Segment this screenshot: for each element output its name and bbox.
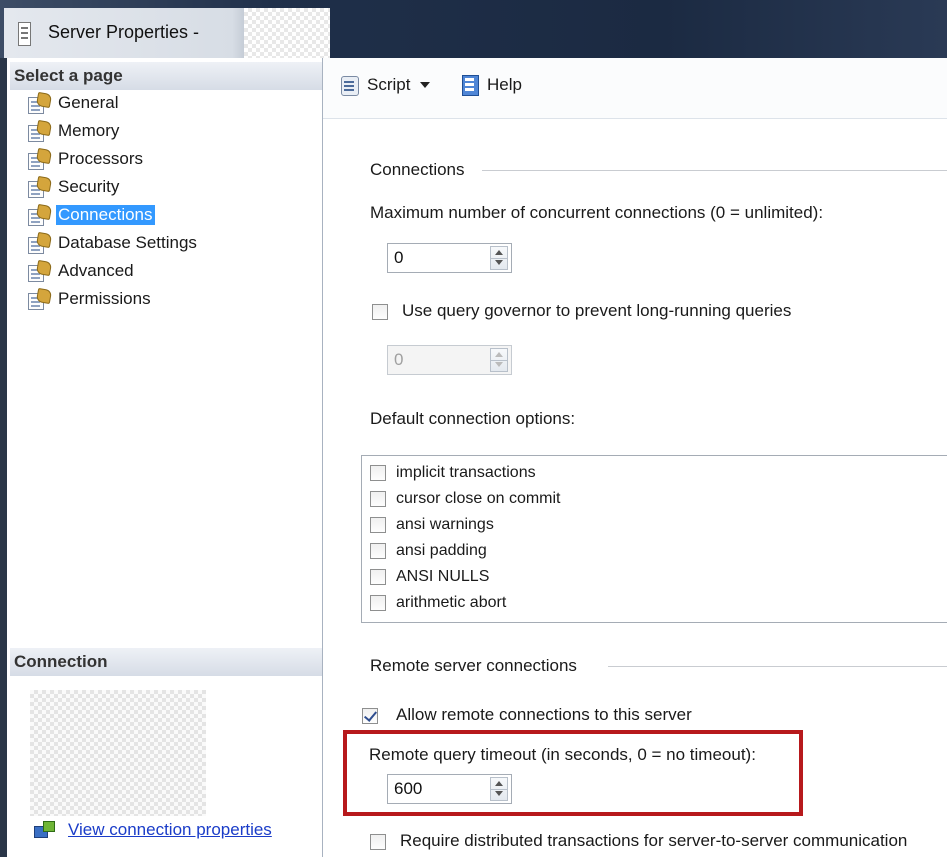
require-distributed-label: Require distributed transactions for ser… xyxy=(400,831,908,850)
option-label: arithmetic abort xyxy=(396,594,507,611)
page-item-memory[interactable]: Memory xyxy=(28,118,121,144)
page-wrench-icon xyxy=(28,231,53,254)
list-item[interactable]: cursor close on commit xyxy=(370,486,561,512)
help-button[interactable]: Help xyxy=(459,74,522,96)
view-connection-properties-link[interactable]: View connection properties xyxy=(34,820,272,840)
option-checkbox[interactable] xyxy=(370,543,386,559)
connections-group-divider xyxy=(482,170,947,171)
option-label: ansi warnings xyxy=(396,516,494,533)
connections-group-label: Connections xyxy=(370,160,465,179)
page-item-permissions[interactable]: Permissions xyxy=(28,286,153,312)
page-item-label: Processors xyxy=(58,149,144,168)
left-edge xyxy=(0,58,7,857)
script-label: Script xyxy=(367,75,411,94)
page-item-general[interactable]: General xyxy=(28,90,120,116)
default-options-list[interactable]: implicit transactions cursor close on co… xyxy=(361,455,947,623)
page-wrench-icon xyxy=(28,203,53,226)
help-label: Help xyxy=(487,75,522,94)
list-item[interactable]: ansi padding xyxy=(370,538,487,564)
option-checkbox[interactable] xyxy=(370,569,386,585)
page-item-database-settings[interactable]: Database Settings xyxy=(28,230,199,256)
allow-remote-label: Allow remote connections to this server xyxy=(396,705,692,724)
connection-info-placeholder xyxy=(30,690,206,816)
max-connections-value: 0 xyxy=(394,248,404,267)
option-label: implicit transactions xyxy=(396,464,536,481)
option-label: cursor close on commit xyxy=(396,490,561,507)
query-governor-checkbox[interactable] xyxy=(372,304,388,320)
remote-group-divider xyxy=(608,666,947,667)
option-checkbox[interactable] xyxy=(370,517,386,533)
page-item-label: Database Settings xyxy=(58,233,197,252)
script-button[interactable]: Script xyxy=(339,74,431,96)
option-checkbox[interactable] xyxy=(370,491,386,507)
select-page-heading: Select a page xyxy=(10,62,322,90)
page-item-label: Security xyxy=(58,177,120,196)
page-wrench-icon xyxy=(28,91,53,114)
default-options-label: Default connection options: xyxy=(370,409,576,428)
toolbar: Script Help xyxy=(323,58,947,119)
page-item-processors[interactable]: Processors xyxy=(28,146,145,172)
list-item[interactable]: ansi warnings xyxy=(370,512,494,538)
page-item-security[interactable]: Security xyxy=(28,174,121,200)
chevron-down-icon[interactable] xyxy=(420,82,431,88)
page-wrench-icon xyxy=(28,259,53,282)
list-item[interactable]: implicit transactions xyxy=(370,460,536,486)
query-governor-label: Use query governor to prevent long-runni… xyxy=(402,301,792,320)
page-item-label: Advanced xyxy=(58,261,134,280)
max-connections-spin-buttons[interactable] xyxy=(490,246,508,270)
page-item-connections[interactable]: Connections xyxy=(28,202,155,228)
window-title: Server Properties - xyxy=(48,22,200,42)
page-wrench-icon xyxy=(28,175,53,198)
query-governor-spinbox[interactable]: 0 xyxy=(387,345,512,375)
remote-group-label: Remote server connections xyxy=(370,656,577,675)
option-label: ANSI NULLS xyxy=(396,568,490,585)
server-properties-icon xyxy=(18,22,31,46)
title-bar: Server Properties - xyxy=(0,0,947,58)
page-item-label: Connections xyxy=(56,205,155,225)
list-item[interactable]: ANSI NULLS xyxy=(370,564,489,590)
page-wrench-icon xyxy=(28,119,53,142)
highlight-box xyxy=(343,730,803,816)
page-item-label: General xyxy=(58,93,119,112)
tab-fade xyxy=(244,8,330,58)
list-item[interactable]: arithmetic abort xyxy=(370,590,506,616)
window-tab[interactable]: Server Properties - xyxy=(4,8,330,58)
query-governor-value: 0 xyxy=(394,350,404,369)
allow-remote-checkbox[interactable] xyxy=(362,708,378,724)
max-connections-label: Maximum number of concurrent connections… xyxy=(370,203,824,222)
page-item-label: Memory xyxy=(58,121,120,140)
require-distributed-checkbox[interactable] xyxy=(370,834,386,850)
page-wrench-icon xyxy=(28,287,53,310)
option-checkbox[interactable] xyxy=(370,465,386,481)
view-connection-properties-label: View connection properties xyxy=(68,820,272,839)
connection-properties-icon xyxy=(34,820,56,840)
help-icon xyxy=(459,74,481,96)
query-governor-spin-buttons[interactable] xyxy=(490,348,508,372)
page-item-label: Permissions xyxy=(58,289,151,308)
connection-heading: Connection xyxy=(10,648,322,676)
option-checkbox[interactable] xyxy=(370,595,386,611)
page-wrench-icon xyxy=(28,147,53,170)
max-connections-spinbox[interactable]: 0 xyxy=(387,243,512,273)
page-item-advanced[interactable]: Advanced xyxy=(28,258,136,284)
script-icon xyxy=(339,74,361,96)
option-label: ansi padding xyxy=(396,542,487,559)
